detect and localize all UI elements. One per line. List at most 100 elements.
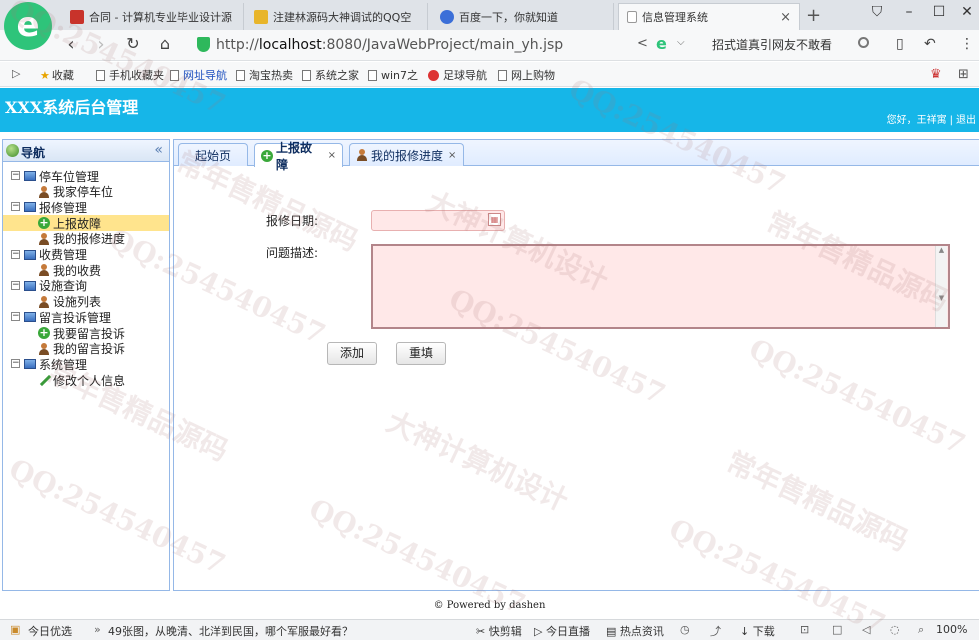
bookmark-shopping[interactable]: 网上购物 bbox=[498, 67, 555, 83]
bookmark-favorites[interactable]: ★ 收藏 bbox=[40, 67, 74, 83]
user-icon bbox=[38, 232, 50, 245]
speed-icon[interactable]: ◷ bbox=[680, 623, 690, 636]
bookmark-taobao[interactable]: 淘宝热卖 bbox=[236, 67, 293, 83]
sound-icon[interactable]: ◁ bbox=[862, 623, 870, 636]
user-area: 您好，王祥寓 | 退出 bbox=[886, 115, 976, 126]
sidebar-title: 导航 bbox=[21, 146, 46, 160]
tree-group[interactable]: − 留言投诉管理 bbox=[3, 309, 169, 325]
tree-item[interactable]: + 我要留言投诉 bbox=[3, 325, 169, 341]
reset-button[interactable]: 重填 bbox=[396, 342, 447, 365]
status-item-news[interactable]: ▤ 热点资讯 bbox=[606, 623, 664, 639]
tree-item[interactable]: + 上报故障 bbox=[3, 215, 169, 232]
close-window-icon[interactable]: ✕ bbox=[956, 4, 978, 20]
tree-group-label: 停车位管理 bbox=[39, 169, 100, 184]
pin-icon[interactable]: ⤴ bbox=[710, 623, 721, 639]
tab-report-fault[interactable]: + 上报故障 × bbox=[254, 141, 343, 172]
close-tab-icon[interactable]: × bbox=[770, 10, 791, 25]
calendar-icon[interactable]: ▦ bbox=[488, 213, 501, 226]
add-button[interactable]: 添加 bbox=[327, 342, 378, 365]
tree-item[interactable]: 我的收费 bbox=[3, 262, 169, 278]
browser-tab-2[interactable]: 注建林源码大神调试的QQ空 bbox=[246, 3, 428, 30]
status-news[interactable]: 49张图，从晚清、北洋到民国，哪个军服最好看？ bbox=[108, 623, 353, 639]
address-bar[interactable]: http://localhost:8080/JavaWebProject/mai… bbox=[216, 36, 563, 54]
collapse-toggle-icon[interactable]: − bbox=[11, 171, 20, 180]
zoom-level[interactable]: 100% bbox=[936, 623, 967, 636]
status-item-live[interactable]: ▷ 今日直播 bbox=[534, 623, 590, 639]
repair-date-input[interactable] bbox=[371, 210, 505, 231]
close-tab-icon[interactable]: × bbox=[448, 150, 456, 161]
tree-group[interactable]: − 系统管理 bbox=[3, 356, 169, 372]
tree-group[interactable]: − 收费管理 bbox=[3, 247, 169, 263]
search-icon[interactable] bbox=[858, 37, 869, 48]
menu-icon[interactable]: ⋮ bbox=[960, 36, 974, 52]
forward-icon[interactable]: › bbox=[90, 34, 112, 55]
bookmark-mobile[interactable]: 手机收藏夹 bbox=[96, 67, 164, 83]
share-icon[interactable]: < bbox=[637, 36, 648, 51]
status-item-clip[interactable]: ✂ 快剪辑 bbox=[476, 623, 522, 639]
bookmarks-bar: ▷ ★ 收藏 手机收藏夹 网址导航 淘宝热卖 系统之家 win7之 足球导航 网上… bbox=[0, 62, 979, 87]
tree-item[interactable]: 设施列表 bbox=[3, 294, 169, 310]
status-item-download[interactable]: ↓ 下载 bbox=[740, 623, 775, 639]
minimize-icon[interactable]: – bbox=[898, 4, 920, 20]
search-input[interactable] bbox=[704, 34, 880, 56]
tablet-icon[interactable]: ▯ bbox=[896, 36, 904, 52]
status-item-label: 今日直播 bbox=[545, 625, 590, 638]
collapse-toggle-icon[interactable]: − bbox=[11, 280, 20, 290]
bookmark-win7[interactable]: win7之 bbox=[368, 67, 418, 83]
bookmark-nav[interactable]: 网址导航 bbox=[170, 67, 227, 83]
bell-icon[interactable]: ◌ bbox=[890, 623, 900, 636]
refresh-icon[interactable]: ↻ bbox=[122, 34, 144, 53]
compat-mode-icon[interactable]: e bbox=[656, 34, 667, 53]
tree-item-label: 我家停车位 bbox=[53, 185, 114, 200]
tree-group[interactable]: − 停车位管理 bbox=[3, 168, 169, 184]
scissors-icon: ✂ bbox=[476, 625, 486, 638]
add-icon: + bbox=[38, 326, 50, 339]
collapse-toggle-icon[interactable]: − bbox=[11, 359, 20, 369]
tab-home[interactable]: 起始页 bbox=[178, 143, 248, 166]
app-title: XXX系统后台管理 bbox=[5, 98, 139, 117]
new-tab-icon[interactable]: + bbox=[806, 5, 821, 26]
tree-item[interactable]: 我家停车位 bbox=[3, 184, 169, 200]
logout-link[interactable]: 退出 bbox=[956, 115, 976, 126]
bookmark-football[interactable]: 足球导航 bbox=[428, 67, 487, 83]
zoom-icon[interactable]: ⌕ bbox=[918, 623, 924, 637]
user-greeting: 您好，王祥寓 bbox=[886, 115, 947, 126]
document-icon bbox=[368, 69, 377, 81]
shirt-icon[interactable]: ⛉ bbox=[866, 4, 888, 20]
content-panel: 起始页 + 上报故障 × 我的报修进度 × 报修日期: ▦ 问题描述: ▲ ▼ 添… bbox=[173, 139, 979, 591]
textarea-scrollbar[interactable]: ▲ ▼ bbox=[935, 246, 947, 327]
tree-group[interactable]: − 设施查询 bbox=[3, 278, 169, 294]
problem-description-input[interactable] bbox=[371, 244, 950, 329]
undo-icon[interactable]: ↶ bbox=[924, 36, 936, 52]
tree-group[interactable]: − 报修管理 bbox=[3, 199, 169, 215]
maximize-icon[interactable]: ☐ bbox=[928, 4, 950, 20]
collapse-icon[interactable]: « bbox=[154, 142, 163, 158]
tree-item[interactable]: 我的报修进度 bbox=[3, 231, 169, 247]
close-tab-icon[interactable]: × bbox=[328, 150, 336, 161]
computer-icon bbox=[24, 202, 36, 213]
browser-tab-1[interactable]: 合同 - 计算机专业毕业设计源 bbox=[62, 3, 244, 30]
tree-item[interactable]: 修改个人信息 bbox=[3, 372, 169, 388]
browser-tab-active[interactable]: 信息管理系统 × bbox=[618, 3, 800, 30]
chevron-down-icon[interactable]: ⌵ bbox=[677, 37, 685, 48]
bookmark-system[interactable]: 系统之家 bbox=[302, 67, 359, 83]
sidebar-toggle-icon[interactable]: ▷ bbox=[12, 67, 20, 80]
tab-repair-progress[interactable]: 我的报修进度 × bbox=[349, 143, 464, 166]
trophy-icon[interactable]: ♛ bbox=[930, 67, 942, 82]
collapse-toggle-icon[interactable]: − bbox=[11, 249, 20, 259]
url-prefix: http:// bbox=[216, 37, 259, 53]
home-icon[interactable]: ⌂ bbox=[154, 34, 176, 53]
window-icon[interactable]: □ bbox=[832, 623, 842, 636]
computer-icon bbox=[24, 280, 36, 291]
tree-group-label: 报修管理 bbox=[39, 200, 88, 215]
status-today-picks[interactable]: 今日优选 bbox=[28, 623, 72, 639]
browser-tab-3[interactable]: 百度一下，你就知道 bbox=[432, 3, 614, 30]
collapse-toggle-icon[interactable]: − bbox=[11, 312, 20, 322]
screenshot-icon[interactable]: ⊡ bbox=[800, 623, 809, 636]
apps-grid-icon[interactable]: ⊞ bbox=[958, 67, 969, 82]
document-icon bbox=[302, 69, 311, 81]
back-icon[interactable]: ‹ bbox=[60, 34, 82, 55]
document-icon bbox=[498, 69, 507, 81]
tree-item[interactable]: 我的留言投诉 bbox=[3, 341, 169, 357]
collapse-toggle-icon[interactable]: − bbox=[11, 202, 20, 212]
